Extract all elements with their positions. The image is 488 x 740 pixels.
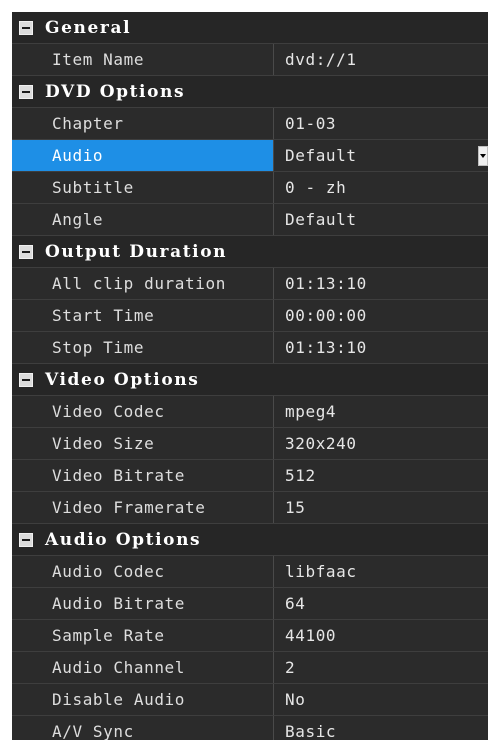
property-value-text: mpeg4 (285, 402, 337, 421)
category-title: Audio Options (45, 529, 202, 550)
property-value[interactable]: mpeg4 (274, 396, 488, 427)
property-row-a-v-sync[interactable]: A/V Sync Basic (12, 716, 488, 740)
property-value[interactable]: 00:00:00 (274, 300, 488, 331)
property-row-audio-bitrate[interactable]: Audio Bitrate 64 (12, 588, 488, 620)
property-row-video-bitrate[interactable]: Video Bitrate 512 (12, 460, 488, 492)
property-grid: General Item Name dvd://1 DVD Options Chapte… (12, 12, 488, 740)
property-row-chapter[interactable]: Chapter 01-03 (12, 108, 488, 140)
property-row-video-codec[interactable]: Video Codec mpeg4 (12, 396, 488, 428)
property-value-text: 15 (285, 498, 306, 517)
property-value[interactable]: Default (274, 204, 488, 235)
property-value[interactable]: 01-03 (274, 108, 488, 139)
property-value-text: libfaac (285, 562, 357, 581)
property-value[interactable]: 44100 (274, 620, 488, 651)
property-name[interactable]: Chapter (12, 108, 274, 139)
property-value-text: 01:13:10 (285, 338, 367, 357)
property-name[interactable]: Audio Codec (12, 556, 274, 587)
property-row-item-name[interactable]: Item Name dvd://1 (12, 44, 488, 76)
property-value-text: 0 - zh (285, 178, 347, 197)
property-name[interactable]: Start Time (12, 300, 274, 331)
property-value[interactable]: libfaac (274, 556, 488, 587)
category-dvd-options[interactable]: DVD Options (12, 76, 488, 108)
property-value-text: No (285, 690, 306, 709)
dropdown-arrow-icon[interactable] (478, 146, 488, 166)
collapse-minus-icon[interactable] (19, 20, 33, 35)
category-general[interactable]: General (12, 12, 488, 44)
property-value[interactable]: No (274, 684, 488, 715)
collapse-minus-icon[interactable] (19, 84, 33, 99)
collapse-minus-icon[interactable] (19, 244, 33, 259)
property-value-text: 2 (285, 658, 296, 677)
property-row-sample-rate[interactable]: Sample Rate 44100 (12, 620, 488, 652)
property-name[interactable]: Video Bitrate (12, 460, 274, 491)
property-row-angle[interactable]: Angle Default (12, 204, 488, 236)
property-value[interactable]: 01:13:10 (274, 332, 488, 363)
collapse-minus-icon[interactable] (19, 372, 33, 387)
property-value-text: 00:00:00 (285, 306, 367, 325)
property-name[interactable]: Video Codec (12, 396, 274, 427)
property-row-audio[interactable]: Audio Default (12, 140, 488, 172)
property-value[interactable]: dvd://1 (274, 44, 488, 75)
property-value-text: 01-03 (285, 114, 337, 133)
property-value[interactable]: 64 (274, 588, 488, 619)
minus-glyph (22, 26, 30, 29)
property-name[interactable]: Sample Rate (12, 620, 274, 651)
minus-glyph (22, 250, 30, 253)
property-value[interactable]: 2 (274, 652, 488, 683)
property-value-dropdown[interactable]: Default (274, 140, 488, 171)
property-name[interactable]: Audio Channel (12, 652, 274, 683)
property-value-text: Default (285, 210, 357, 229)
property-name[interactable]: Video Framerate (12, 492, 274, 523)
property-row-subtitle[interactable]: Subtitle 0 - zh (12, 172, 488, 204)
property-value[interactable]: Basic (274, 716, 488, 740)
property-value[interactable]: 320x240 (274, 428, 488, 459)
category-title: DVD Options (45, 81, 186, 102)
category-output-duration[interactable]: Output Duration (12, 236, 488, 268)
property-name[interactable]: Angle (12, 204, 274, 235)
property-row-audio-codec[interactable]: Audio Codec libfaac (12, 556, 488, 588)
property-name[interactable]: Video Size (12, 428, 274, 459)
property-row-disable-audio[interactable]: Disable Audio No (12, 684, 488, 716)
property-value-text: Default (285, 146, 357, 165)
category-audio-options[interactable]: Audio Options (12, 524, 488, 556)
minus-glyph (22, 538, 30, 541)
category-title: Video Options (45, 369, 200, 390)
category-video-options[interactable]: Video Options (12, 364, 488, 396)
property-value-text: 320x240 (285, 434, 357, 453)
property-name[interactable]: Audio Bitrate (12, 588, 274, 619)
property-value-text: 01:13:10 (285, 274, 367, 293)
property-name[interactable]: A/V Sync (12, 716, 274, 740)
property-row-video-size[interactable]: Video Size 320x240 (12, 428, 488, 460)
property-value[interactable]: 15 (274, 492, 488, 523)
collapse-minus-icon[interactable] (19, 532, 33, 547)
property-value[interactable]: 512 (274, 460, 488, 491)
property-value-text: 64 (285, 594, 306, 613)
category-title: Output Duration (45, 241, 228, 262)
property-value[interactable]: 01:13:10 (274, 268, 488, 299)
property-value[interactable]: 0 - zh (274, 172, 488, 203)
property-row-start-time[interactable]: Start Time 00:00:00 (12, 300, 488, 332)
property-row-all-clip-duration[interactable]: All clip duration 01:13:10 (12, 268, 488, 300)
property-value-text: dvd://1 (285, 50, 357, 69)
property-value-text: 512 (285, 466, 316, 485)
property-value-text: Basic (285, 722, 337, 740)
minus-glyph (22, 378, 30, 381)
property-name[interactable]: All clip duration (12, 268, 274, 299)
property-name[interactable]: Disable Audio (12, 684, 274, 715)
property-row-stop-time[interactable]: Stop Time 01:13:10 (12, 332, 488, 364)
property-name[interactable]: Item Name (12, 44, 274, 75)
property-name[interactable]: Subtitle (12, 172, 274, 203)
property-row-video-framerate[interactable]: Video Framerate 15 (12, 492, 488, 524)
property-value-text: 44100 (285, 626, 337, 645)
property-row-audio-channel[interactable]: Audio Channel 2 (12, 652, 488, 684)
property-name[interactable]: Audio (12, 140, 274, 171)
minus-glyph (22, 90, 30, 93)
category-title: General (45, 17, 132, 38)
property-name[interactable]: Stop Time (12, 332, 274, 363)
